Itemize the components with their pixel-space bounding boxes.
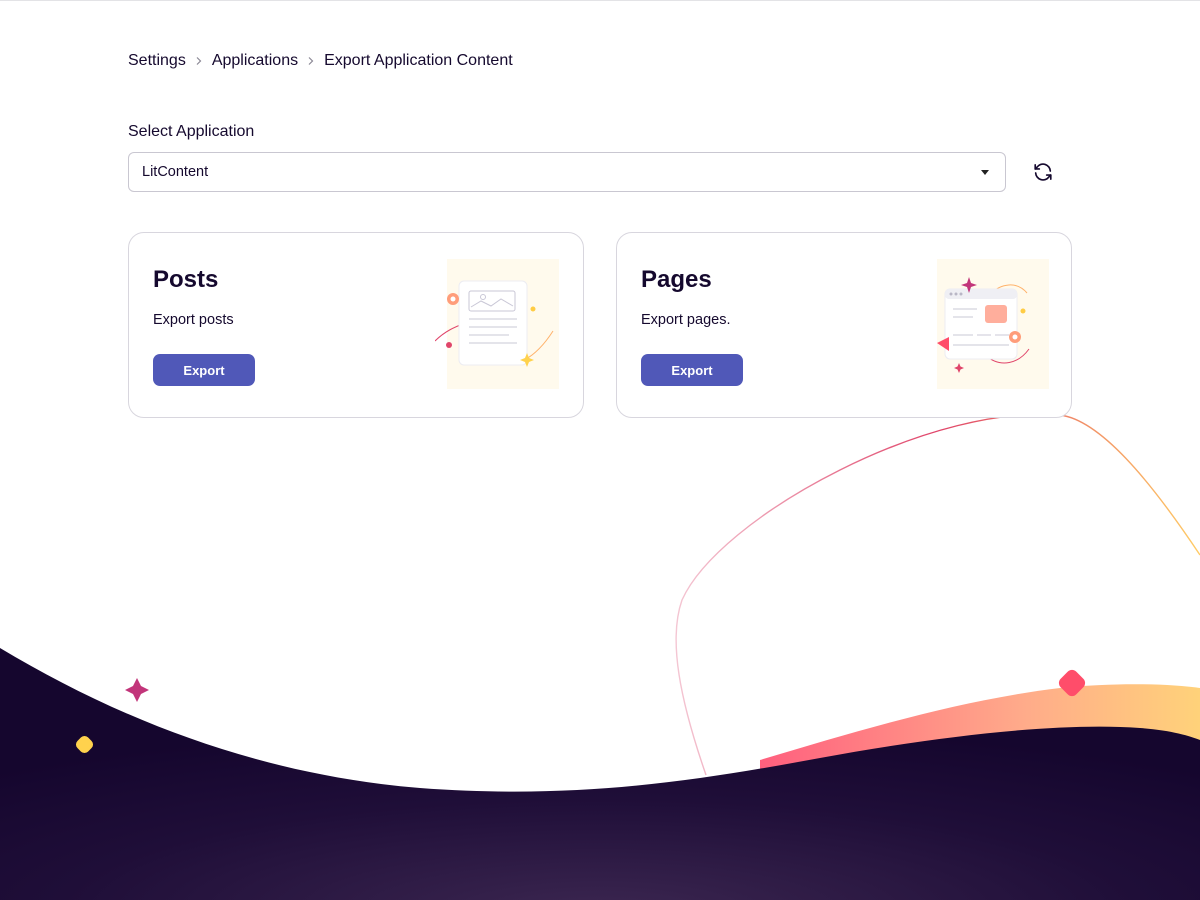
posts-card: Posts Export posts Export bbox=[128, 232, 584, 418]
export-pages-button[interactable]: Export bbox=[641, 354, 743, 386]
refresh-button[interactable] bbox=[1030, 159, 1056, 185]
application-select[interactable]: LitContent bbox=[128, 152, 1006, 192]
breadcrumb: Settings Applications Export Application… bbox=[128, 50, 513, 72]
breadcrumb-settings[interactable]: Settings bbox=[128, 52, 186, 70]
chevron-right-icon bbox=[186, 56, 212, 66]
caret-down-icon bbox=[981, 170, 989, 175]
pages-card: Pages Export pages. Export bbox=[616, 232, 1072, 418]
refresh-icon bbox=[1034, 163, 1052, 181]
card-description: Export pages. bbox=[641, 312, 731, 328]
posts-illustration bbox=[435, 259, 559, 389]
pages-illustration bbox=[937, 259, 1049, 389]
card-description: Export posts bbox=[153, 312, 234, 328]
chevron-right-icon bbox=[298, 56, 324, 66]
application-select-value: LitContent bbox=[142, 164, 209, 180]
select-application-label: Select Application bbox=[128, 123, 255, 140]
breadcrumb-applications[interactable]: Applications bbox=[212, 52, 298, 70]
export-posts-button[interactable]: Export bbox=[153, 354, 255, 386]
card-title: Posts bbox=[153, 266, 219, 293]
breadcrumb-current: Export Application Content bbox=[324, 52, 513, 69]
card-title: Pages bbox=[641, 266, 712, 293]
